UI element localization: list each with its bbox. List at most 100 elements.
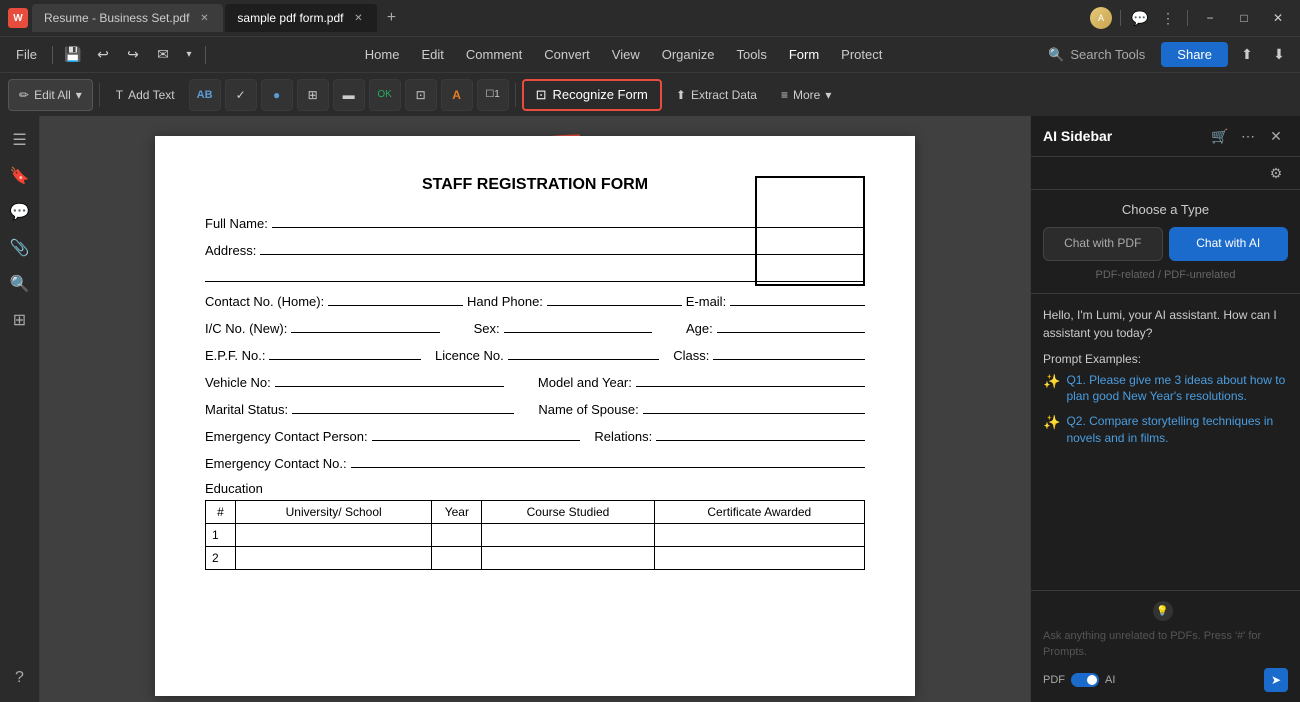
tool-circle-button[interactable]: ●	[261, 79, 293, 111]
minimize-button[interactable]: −	[1196, 7, 1224, 29]
marital-line[interactable]	[292, 400, 514, 414]
pdf-ai-toggle[interactable]	[1071, 673, 1099, 687]
model-line[interactable]	[636, 373, 865, 387]
save-icon[interactable]: 💾	[60, 42, 86, 68]
sidebar-layers-icon[interactable]: ⊞	[4, 304, 36, 336]
col-course: Course Studied	[482, 501, 654, 524]
search-tools-label: Search Tools	[1070, 47, 1145, 62]
recognize-form-button[interactable]: ⊡ Recognize Form	[522, 79, 662, 111]
email-label: E-mail:	[686, 294, 726, 309]
search-tools-button[interactable]: 🔍 Search Tools	[1038, 43, 1155, 67]
prompt-examples-title: Prompt Examples:	[1043, 352, 1288, 366]
sidebar-pages-icon[interactable]: ☰	[4, 124, 36, 156]
maximize-button[interactable]: □	[1230, 7, 1258, 29]
chat-icon[interactable]: 💬	[1129, 7, 1151, 29]
menu-file[interactable]: File	[8, 43, 45, 66]
menu-dropdown-arrow[interactable]: ▾	[180, 46, 198, 64]
pdf-viewer[interactable]: STAFF REGISTRATION FORM Full Name: Addre…	[40, 116, 1030, 702]
more-button[interactable]: ≡ More ▾	[771, 79, 841, 111]
edit-all-button[interactable]: ✏ Edit All ▾	[8, 79, 93, 111]
menu-organize[interactable]: Organize	[652, 43, 725, 66]
ai-send-button[interactable]: ➤	[1264, 668, 1288, 692]
emergency-line[interactable]	[372, 427, 581, 441]
redo-icon[interactable]: ↪	[120, 42, 146, 68]
tool-ab-button[interactable]: AB	[189, 79, 221, 111]
age-line[interactable]	[717, 319, 865, 333]
email-line[interactable]	[730, 292, 865, 306]
ai-type-subtitle: PDF-related / PDF-unrelated	[1043, 269, 1288, 281]
epf-line[interactable]	[269, 346, 421, 360]
spouse-label: Name of Spouse:	[538, 402, 638, 417]
new-tab-button[interactable]: +	[379, 6, 403, 30]
chat-ai-button[interactable]: Chat with AI	[1169, 227, 1289, 261]
sidebar-search-icon[interactable]: 🔍	[4, 268, 36, 300]
sidebar-bookmarks-icon[interactable]: 🔖	[4, 160, 36, 192]
menu-right: 🔍 Search Tools Share ⬆ ⬇	[1038, 42, 1292, 68]
tab-resume[interactable]: Resume - Business Set.pdf ✕	[32, 4, 223, 32]
extract-data-button[interactable]: ⬆ Extract Data	[666, 79, 767, 111]
pdf-page: STAFF REGISTRATION FORM Full Name: Addre…	[155, 136, 915, 696]
edit-all-label: Edit All	[34, 88, 71, 102]
tab-resume-close[interactable]: ✕	[197, 11, 211, 25]
add-text-button[interactable]: T Add Text	[106, 79, 185, 111]
recognize-form-label: Recognize Form	[553, 87, 648, 102]
sex-line[interactable]	[504, 319, 652, 333]
undo-icon[interactable]: ↩	[90, 42, 116, 68]
title-bar: W Resume - Business Set.pdf ✕ sample pdf…	[0, 0, 1300, 36]
contact-line[interactable]	[328, 292, 463, 306]
ai-sidebar-header: AI Sidebar 🛒 ⋯ ✕	[1031, 116, 1300, 157]
menu-edit[interactable]: Edit	[411, 43, 453, 66]
upload-icon[interactable]: ⬆	[1234, 42, 1260, 68]
ai-sidebar-title: AI Sidebar	[1043, 128, 1204, 144]
spouse-line[interactable]	[643, 400, 865, 414]
sidebar-attachments-icon[interactable]: 📎	[4, 232, 36, 264]
more-options-icon[interactable]: ⋮	[1157, 7, 1179, 29]
handphone-line[interactable]	[547, 292, 682, 306]
menu-convert[interactable]: Convert	[534, 43, 600, 66]
menu-home[interactable]: Home	[355, 43, 410, 66]
tool-image-button[interactable]: ⊡	[405, 79, 437, 111]
settings-icon[interactable]: ⬇	[1266, 42, 1292, 68]
tab-sample[interactable]: sample pdf form.pdf ✕	[225, 4, 377, 32]
cart-icon[interactable]: 🛒	[1208, 124, 1232, 148]
toolbar: ✏ Edit All ▾ T Add Text AB ✓ ● ⊞ ▬ OK ⊡ …	[0, 72, 1300, 116]
licence-line[interactable]	[508, 346, 660, 360]
email-icon[interactable]: ✉	[150, 42, 176, 68]
emergency-no-line[interactable]	[351, 454, 865, 468]
menu-comment[interactable]: Comment	[456, 43, 532, 66]
tool-dash-button[interactable]: ▬	[333, 79, 365, 111]
education-label: Education	[205, 481, 865, 496]
tool-grid-button[interactable]: ⊞	[297, 79, 329, 111]
menu-view[interactable]: View	[602, 43, 650, 66]
sidebar-comments-icon[interactable]: 💬	[4, 196, 36, 228]
menu-form[interactable]: Form	[779, 43, 829, 66]
sidebar-help-icon[interactable]: ?	[4, 662, 36, 694]
menu-tools[interactable]: Tools	[726, 43, 776, 66]
row1-course	[482, 524, 654, 547]
share-button[interactable]: Share	[1161, 42, 1228, 67]
vehicle-line[interactable]	[275, 373, 504, 387]
ai-more-icon[interactable]: ⋯	[1236, 124, 1260, 148]
row1-year	[432, 524, 482, 547]
prompt-text-2[interactable]: Q2. Compare storytelling techniques in n…	[1066, 413, 1288, 447]
menu-protect[interactable]: Protect	[831, 43, 892, 66]
tool-date-button[interactable]: ☐1	[477, 79, 509, 111]
ai-close-icon[interactable]: ✕	[1264, 124, 1288, 148]
ai-sliders-icon[interactable]: ⚙	[1264, 161, 1288, 185]
tool-a-button[interactable]: A	[441, 79, 473, 111]
user-avatar[interactable]: A	[1090, 7, 1112, 29]
education-table: # University/ School Year Course Studied…	[205, 500, 865, 570]
recognize-icon: ⊡	[536, 87, 547, 103]
prompt-text-1[interactable]: Q1. Please give me 3 ideas about how to …	[1066, 372, 1288, 406]
chat-pdf-button[interactable]: Chat with PDF	[1043, 227, 1163, 261]
tab-sample-close[interactable]: ✕	[351, 11, 365, 25]
search-icon: 🔍	[1048, 47, 1064, 63]
class-line[interactable]	[713, 346, 865, 360]
relations-line[interactable]	[656, 427, 865, 441]
field-marital: Marital Status: Name of Spouse:	[205, 400, 865, 417]
ic-line[interactable]	[291, 319, 439, 333]
tool-ok-button[interactable]: OK	[369, 79, 401, 111]
close-button[interactable]: ✕	[1264, 7, 1292, 29]
sex-label: Sex:	[474, 321, 500, 336]
tool-check-button[interactable]: ✓	[225, 79, 257, 111]
